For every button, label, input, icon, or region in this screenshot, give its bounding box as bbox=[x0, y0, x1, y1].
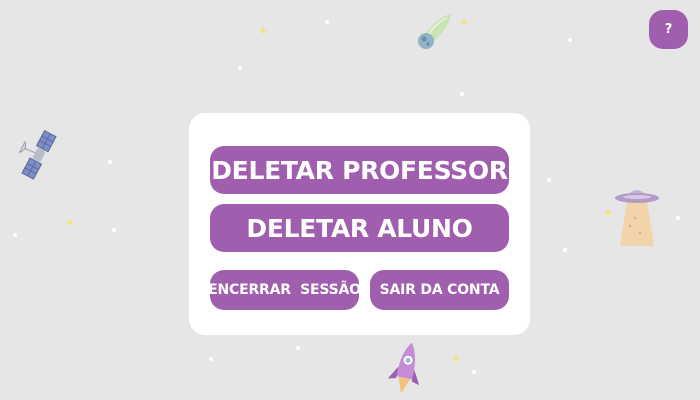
sparkle-dot bbox=[563, 248, 567, 252]
help-button[interactable]: ? bbox=[649, 10, 688, 49]
star-icon: ✦ bbox=[459, 16, 470, 30]
delete-student-button[interactable]: DELETAR ALUNO bbox=[210, 204, 509, 252]
star-icon: ✦ bbox=[65, 216, 76, 230]
end-session-button[interactable]: ENCERRAR SESSÃO bbox=[208, 270, 361, 310]
satellite-icon bbox=[18, 129, 57, 180]
sparkle-dot bbox=[13, 233, 17, 237]
ufo-icon bbox=[615, 190, 659, 246]
star-icon: ✦ bbox=[258, 24, 269, 38]
logout-button[interactable]: SAIR DA CONTA bbox=[370, 270, 509, 310]
sparkle-dot bbox=[238, 66, 242, 70]
rocket-icon bbox=[387, 342, 420, 394]
sparkle-dot bbox=[112, 228, 116, 232]
comet-icon bbox=[418, 14, 451, 49]
sparkle-dot bbox=[676, 216, 680, 220]
sparkle-dot bbox=[472, 370, 476, 374]
sparkle-dot bbox=[547, 178, 551, 182]
sparkle-dot bbox=[460, 92, 464, 96]
delete-teacher-button[interactable]: DELETAR PROFESSOR bbox=[210, 146, 509, 194]
sparkle-dot bbox=[568, 38, 572, 42]
sparkle-dot bbox=[325, 20, 329, 24]
admin-menu-panel: DELETAR PROFESSOR DELETAR ALUNO ENCERRAR… bbox=[189, 113, 530, 335]
sparkle-dot bbox=[108, 160, 112, 164]
sparkle-dot bbox=[296, 346, 300, 350]
star-icon: ✦ bbox=[451, 352, 462, 366]
sparkle-dot bbox=[209, 357, 213, 361]
